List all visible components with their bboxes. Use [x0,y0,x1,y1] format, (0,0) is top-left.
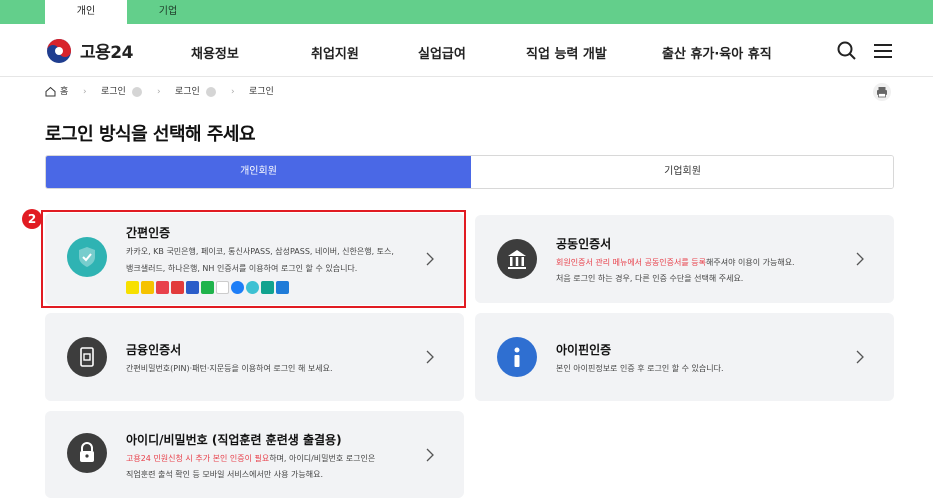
joint-cert-desc-line1: 회원인증서 관리 메뉴에서 공동인증서를 등록해주셔야 이용이 가능해요. [556,256,795,269]
finance-cert-icon [67,337,107,377]
print-icon[interactable] [873,83,891,101]
breadcrumb-separator: › [157,87,161,97]
menu-icon[interactable] [872,40,894,62]
logo-icon[interactable] [45,37,73,65]
chevron-right-icon [856,350,864,364]
bank-building-icon [497,239,537,279]
breadcrumb-item[interactable]: 로그인 [175,85,200,99]
nav-unemployment-benefit[interactable]: 실업급여 [418,43,466,62]
info-icon [497,337,537,377]
id-password-desc-rest: 하며, 아이디/비밀번호 로그인은 [269,454,376,463]
search-icon[interactable] [836,40,858,62]
tab-personal[interactable]: 개인 [45,0,127,24]
chevron-right-icon [426,350,434,364]
id-password-card[interactable]: 아이디/비밀번호 (직업훈련 훈련생 출결용) 고용24 민원신청 시 추가 본… [45,411,464,498]
highlight-box [41,210,466,308]
id-password-desc-highlight: 고용24 민원신청 시 추가 본인 인증이 필요 [126,454,270,463]
chevron-right-icon [856,252,864,266]
nav-employment-support[interactable]: 취업지원 [311,43,359,62]
chevron-right-icon [426,448,434,462]
joint-cert-desc-highlight: 회원인증서 관리 메뉴에서 공동인증서를 등록 [556,258,707,267]
id-password-desc-line2: 직업훈련 출석 확인 등 모바일 서비스에서만 사용 가능해요. [126,470,323,479]
member-type-tabs: 개인회원 기업회원 [45,155,894,189]
breadcrumb-separator: › [83,87,87,97]
audience-tabs: 개인 기업 [0,0,933,24]
joint-cert-desc-line2: 처음 로그인 하는 경우, 다른 인증 수단을 선택해 주세요. [556,274,744,283]
breadcrumb-home[interactable]: 홈 [60,85,68,99]
breadcrumb-dropdown-icon[interactable] [206,87,216,97]
site-header: 고용24 채용정보 취업지원 실업급여 직업 능력 개발 출산 휴가·육아 휴직 [0,24,933,77]
joint-cert-title: 공동인증서 [556,237,612,251]
lock-icon [67,433,107,473]
joint-cert-desc-rest: 해주셔야 이용이 가능해요. [706,258,795,267]
id-password-title: 아이디/비밀번호 (직업훈련 훈련생 출결용) [126,433,342,447]
page-title: 로그인 방식을 선택해 주세요 [45,124,256,145]
home-icon [45,86,56,97]
ipin-title: 아이핀인증 [556,343,612,357]
nav-vocational-training[interactable]: 직업 능력 개발 [526,43,607,62]
step-marker: 2 [22,209,42,229]
breadcrumb-item[interactable]: 로그인 [101,85,126,99]
breadcrumb-current: 로그인 [249,87,274,97]
nav-parental-leave[interactable]: 출산 휴가·육아 휴직 [662,43,772,62]
tab-business[interactable]: 기업 [127,0,209,24]
breadcrumb-separator: › [231,87,235,97]
finance-cert-desc: 간편비밀번호(PIN)·패턴·지문등을 이용하여 로그인 해 보세요. [126,364,333,373]
id-password-desc-line1: 고용24 민원신청 시 추가 본인 인증이 필요하며, 아이디/비밀번호 로그인… [126,452,375,465]
tab-personal-member[interactable]: 개인회원 [46,156,471,188]
ipin-card[interactable]: 아이핀인증 본인 아이핀정보로 인증 후 로그인 할 수 있습니다. [475,313,894,401]
ipin-desc: 본인 아이핀정보로 인증 후 로그인 할 수 있습니다. [556,364,724,373]
joint-cert-card[interactable]: 공동인증서 회원인증서 관리 메뉴에서 공동인증서를 등록해주셔야 이용이 가능… [475,215,894,303]
tab-business-member[interactable]: 기업회원 [471,156,893,188]
logo-text[interactable]: 고용24 [80,38,133,63]
nav-jobs[interactable]: 채용정보 [191,43,239,62]
breadcrumb-dropdown-icon[interactable] [132,87,142,97]
finance-cert-card[interactable]: 금융인증서 간편비밀번호(PIN)·패턴·지문등을 이용하여 로그인 해 보세요… [45,313,464,401]
finance-cert-title: 금융인증서 [126,343,182,357]
